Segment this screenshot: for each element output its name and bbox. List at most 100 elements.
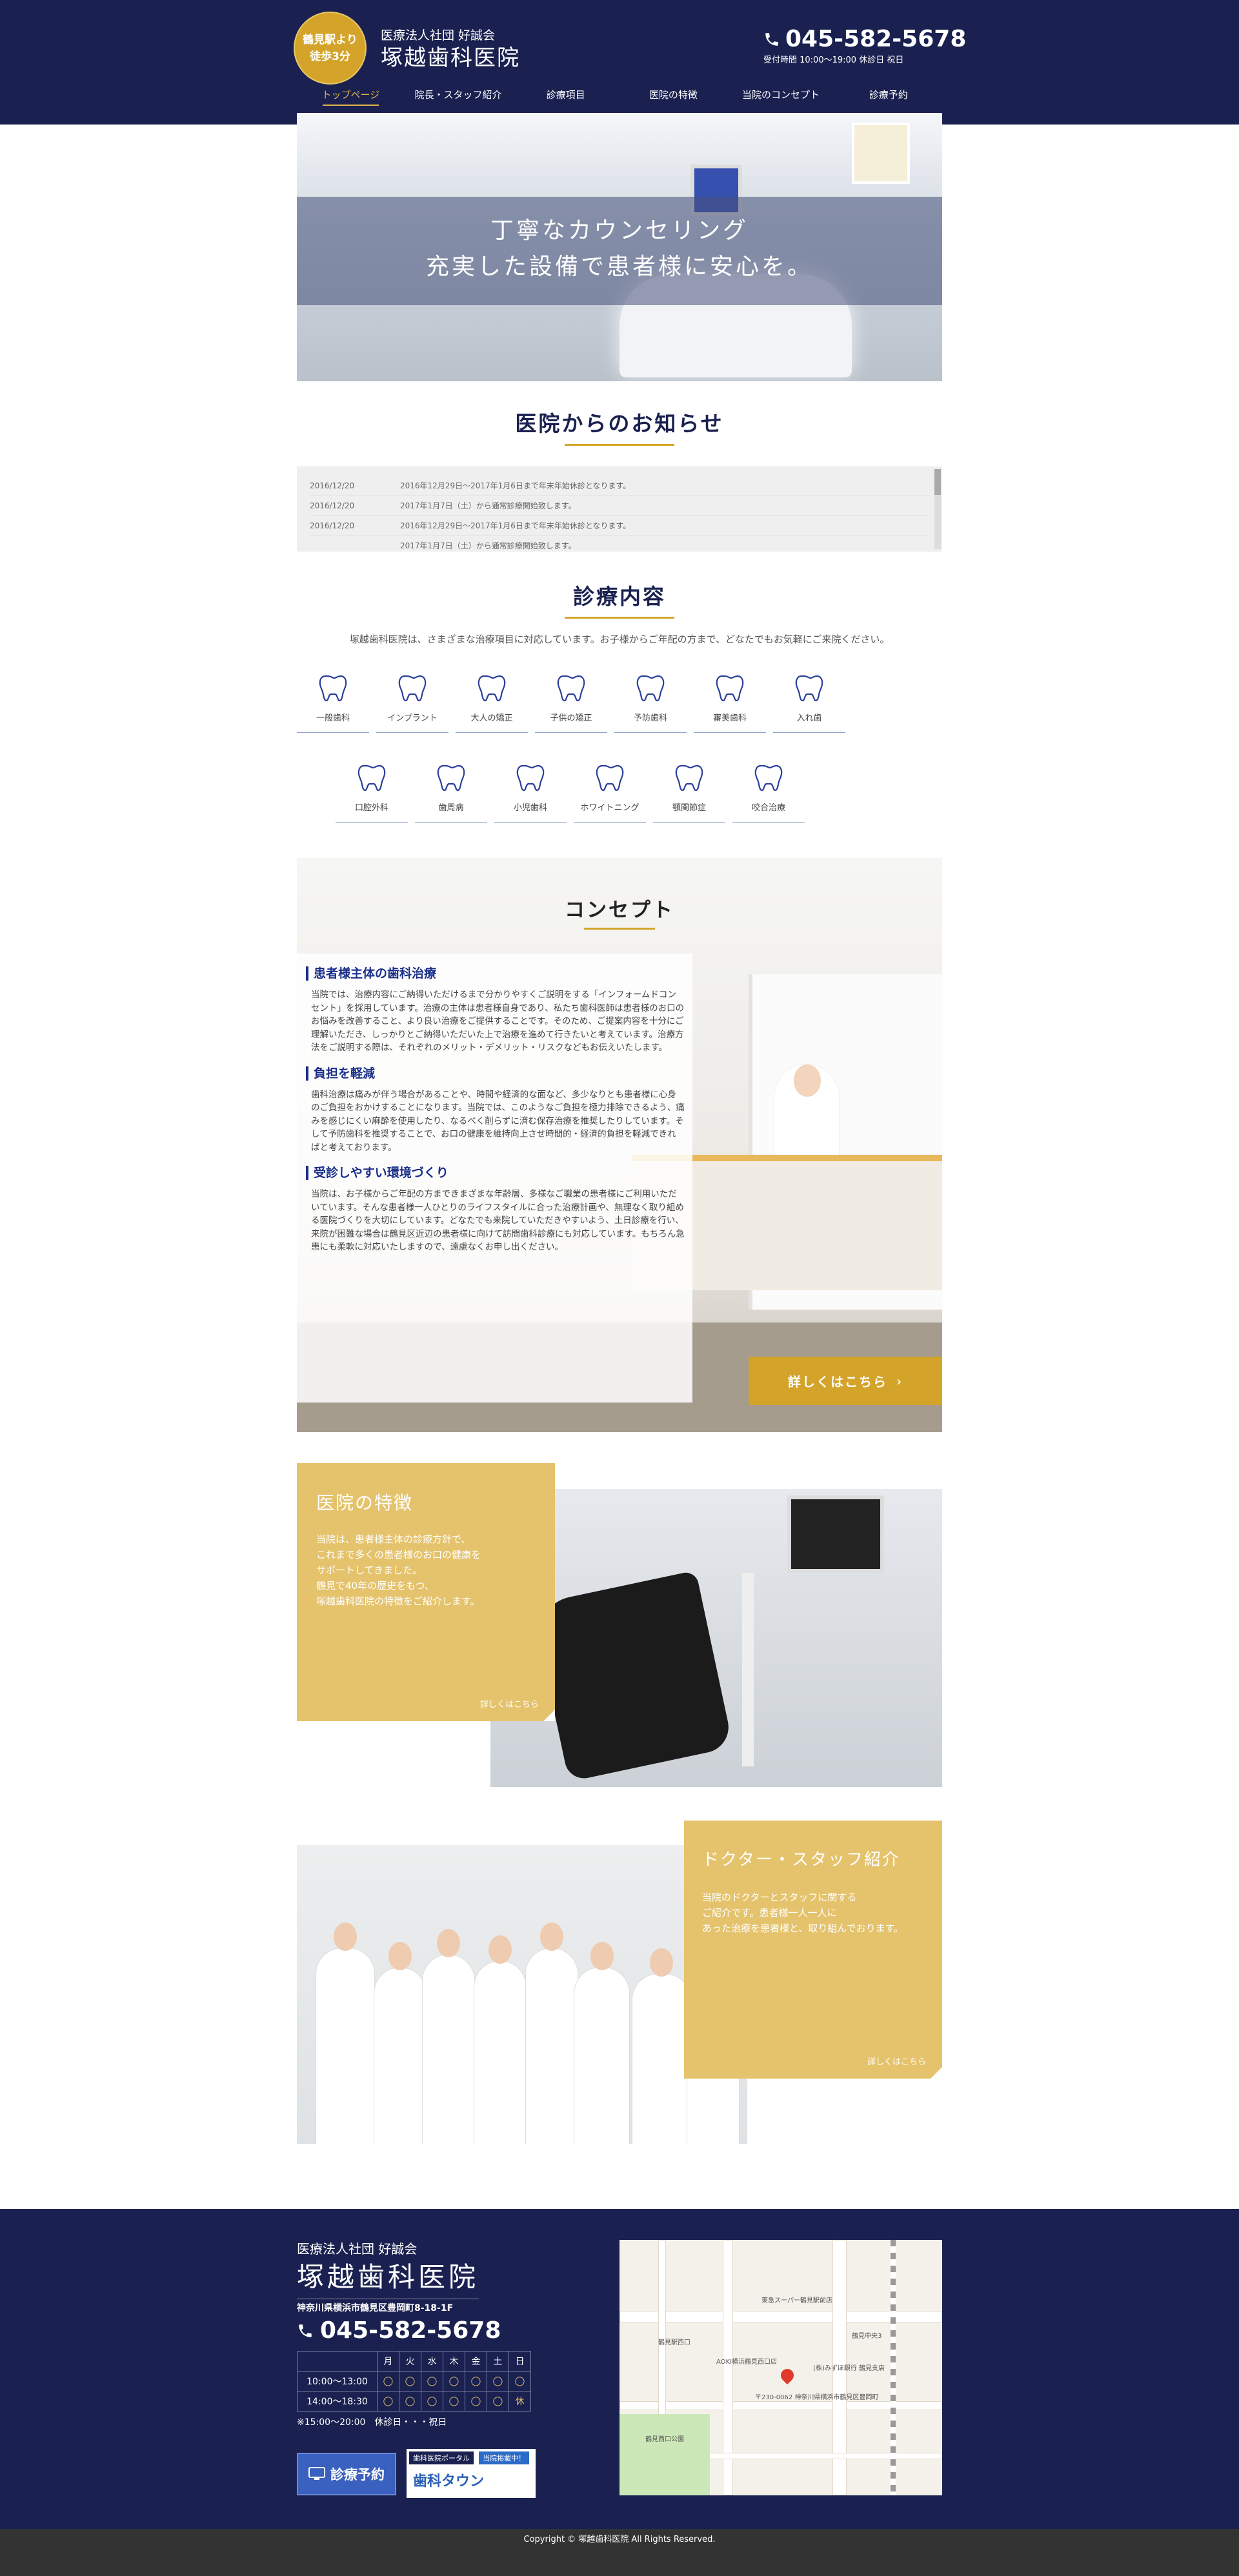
concept-more-label: 詳しくはこちら	[788, 1374, 887, 1390]
nav-top[interactable]: トップページ	[297, 83, 405, 107]
news-item[interactable]: 2017年1月7日（土）から通常診療開始致します。	[310, 536, 929, 552]
header-tel[interactable]: 045-582-5678	[763, 26, 966, 52]
hero-ceiling	[297, 113, 942, 197]
treatment-item-oral-surgery[interactable]: 口腔外科	[336, 758, 408, 823]
hours-note: ※15:00〜20:00 休診日・・・祝日	[297, 2417, 447, 2428]
hours-mark: ◯	[421, 2391, 443, 2411]
features-more-link[interactable]: 詳しくはこちら	[480, 1697, 539, 1710]
badge-line-2: 徒歩3分	[310, 50, 350, 63]
treatment-item-pediatric[interactable]: 小児歯科	[494, 758, 567, 823]
treatment-label: 小児歯科	[513, 803, 547, 813]
concept-body-1: 当院では、治療内容にご納得いただけるまで分かりやすくご説明をする「インフォームド…	[311, 990, 685, 1053]
news-title: 医院からのお知らせ	[297, 406, 942, 446]
hours-time: 10:00〜13:00	[297, 2371, 378, 2391]
banner-tag: 当院掲載中！	[479, 2451, 529, 2464]
treatment-item-periodontal[interactable]: 歯周病	[415, 758, 487, 823]
treatments-title: 診療内容	[297, 579, 942, 619]
nav-features[interactable]: 医院の特徴	[620, 83, 727, 107]
hero-banner: 丁寧なカウンセリング 充実した設備で患者様に安心を。	[297, 113, 942, 381]
staff-figure	[374, 1968, 426, 2144]
news-item[interactable]: 2016/12/20 2016年12月29日〜2017年1月6日まで年末年始休診と…	[310, 516, 929, 536]
corner-triangle-icon	[931, 2067, 942, 2079]
nav-treatments[interactable]: 診療項目	[512, 83, 620, 107]
staff-more-link[interactable]: 詳しくはこちら	[867, 2055, 926, 2067]
staff-figure	[316, 1948, 374, 2144]
features-photo	[490, 1489, 942, 1787]
hours-table-corner	[297, 2351, 378, 2371]
features-card[interactable]: 医院の特徴 当院は、患者様主体の診療方針で、 これまで多くの患者様のお口の健康を…	[297, 1463, 555, 1721]
tooth-icon	[614, 668, 687, 707]
treatment-item-prevention[interactable]: 予防歯科	[614, 668, 687, 733]
treatment-item-adult-ortho[interactable]: 大人の矯正	[456, 668, 528, 733]
map-pin-icon[interactable]	[778, 2366, 797, 2385]
clinic-logo[interactable]: 塚越歯科医院	[381, 40, 520, 72]
reserve-button[interactable]: 診療予約	[297, 2453, 396, 2495]
map-label: 鶴見駅西口	[658, 2339, 690, 2346]
hours-day: 水	[421, 2351, 443, 2371]
tooth-icon	[456, 668, 528, 707]
treatment-item-child-ortho[interactable]: 子供の矯正	[535, 668, 607, 733]
concept-body-2: 歯科治療は痛みが伴う場合があることや、時間や経済的な面など、多少なりとも患者様に…	[311, 1089, 685, 1153]
access-map[interactable]: 鶴見駅西口 東急スーパー鶴見駅前店 AOKI横浜鶴見西口店 (株)みずほ銀行 鶴見支店…	[620, 2240, 942, 2495]
treatment-label: 入れ歯	[796, 714, 822, 723]
staff-body: 当院のドクターとスタッフに関する ご紹介です。患者様一人一人に あった治療を患者…	[702, 1892, 904, 1934]
treatment-item-general[interactable]: 一般歯科	[297, 668, 369, 733]
features-photo-chair	[531, 1570, 734, 1782]
news-scroll-thumb[interactable]	[934, 469, 941, 495]
treatment-label: 大人の矯正	[470, 714, 513, 723]
nav-staff[interactable]: 院長・スタッフ紹介	[405, 83, 512, 107]
map-park	[620, 2414, 710, 2495]
concept-body-3: 当院は、お子様からご年配の方まできまざまな年齢層、多様なご職業の患者様にご利用い…	[311, 1189, 685, 1252]
tooth-icon	[694, 668, 766, 707]
features-body: 当院は、患者様主体の診療方針で、 これまで多くの患者様のお口の健康を サポートし…	[316, 1533, 481, 1607]
footer-clinic-name: 塚越歯科医院	[297, 2255, 479, 2299]
nav-reservation[interactable]: 診療予約	[834, 83, 942, 107]
tooth-icon	[376, 668, 448, 707]
tooth-icon	[336, 758, 408, 797]
tooth-icon	[653, 758, 725, 797]
treatment-item-aesthetic[interactable]: 審美歯科	[694, 668, 766, 733]
treatment-item-tmj[interactable]: 顎関節症	[653, 758, 725, 823]
staff-face	[489, 1935, 512, 1964]
staff-face	[590, 1942, 614, 1970]
concept-more-button[interactable]: 詳しくはこちら ›	[749, 1357, 942, 1405]
news-item[interactable]: 2016/12/20 2017年1月7日（土）から通常診療開始致します。	[310, 496, 929, 516]
tooth-icon	[494, 758, 567, 797]
staff-card[interactable]: ドクター・スタッフ紹介 当院のドクターとスタッフに関する ご紹介です。患者様一人…	[684, 1821, 942, 2079]
treatment-item-implant[interactable]: インプラント	[376, 668, 448, 733]
treatment-item-whitening[interactable]: ホワイトニング	[574, 758, 646, 823]
staff-photo	[297, 1845, 747, 2144]
treatment-label: インプラント	[387, 714, 438, 723]
map-railway	[891, 2240, 896, 2495]
treatment-item-occlusion[interactable]: 咬合治療	[732, 758, 805, 823]
staff-title: ドクター・スタッフ紹介	[702, 1850, 900, 1870]
map-label: 東急スーパー鶴見駅前店	[761, 2297, 832, 2304]
reception-hours: 受付時間 10:00〜19:00 休診日 祝日	[763, 55, 904, 65]
treatment-item-denture[interactable]: 入れ歯	[773, 668, 845, 733]
footer-tel-number: 045-582-5678	[320, 2317, 501, 2344]
news-scrollbar[interactable]	[934, 469, 941, 549]
hours-mark: ◯	[443, 2391, 465, 2411]
news-item[interactable]: 2016/12/20 2016年12月29日〜2017年1月6日まで年末年始休診と…	[310, 476, 929, 496]
treatment-label: 口腔外科	[354, 803, 388, 813]
treatments-intro: 塚越歯科医院は、さまざまな治療項目に対応しています。お子様からご年配の方まで、ど…	[349, 634, 890, 645]
treatment-label: ホワイトニング	[580, 803, 640, 813]
tooth-icon	[297, 668, 369, 707]
nav-concept[interactable]: 当院のコンセプト	[727, 83, 835, 107]
footer-tel[interactable]: 045-582-5678	[297, 2317, 501, 2344]
concept-heading-1: 患者様主体の歯科治療	[306, 966, 685, 981]
tooth-icon	[535, 668, 607, 707]
staff-face	[334, 1922, 357, 1951]
hero-wall-picture	[852, 123, 910, 184]
news-date: 2016/12/20	[310, 501, 355, 510]
map-label: (株)みずほ銀行 鶴見支店	[813, 2365, 885, 2372]
staff-face	[540, 1922, 563, 1951]
site-footer: 医療法人社団 好誠会 塚越歯科医院 神奈川県横浜市鶴見区豊岡町8-18-1F 0…	[0, 2209, 1239, 2529]
station-badge: 鶴見駅より 徒歩3分	[294, 12, 367, 85]
hours-mark: ◯	[465, 2371, 487, 2391]
hours-mark: ◯	[465, 2391, 487, 2411]
hours-time: 14:00〜18:30	[297, 2391, 378, 2411]
dental-town-banner[interactable]: 歯科医院ポータル 当院掲載中！ 歯科タウン	[407, 2449, 536, 2498]
staff-figure	[574, 1968, 629, 2144]
features-photo-monitor	[787, 1495, 884, 1573]
